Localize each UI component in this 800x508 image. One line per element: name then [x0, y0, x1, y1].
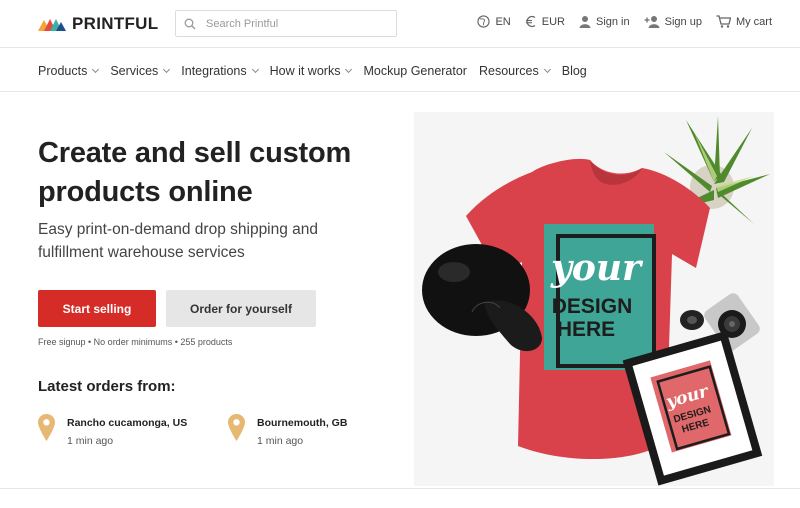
cart-icon: [716, 15, 731, 28]
add-user-icon: [644, 16, 660, 28]
cart-link[interactable]: My cart: [716, 15, 772, 28]
order-for-yourself-button[interactable]: Order for yourself: [166, 290, 316, 327]
globe-icon: [477, 15, 491, 28]
euro-icon: [525, 15, 536, 28]
chevron-down-icon: [543, 65, 551, 74]
sign-up-label: Sign up: [664, 15, 702, 28]
top-actions: EN EUR Sign in Sign up My cart: [477, 15, 772, 28]
hero-subtitle: Easy print-on-demand drop shipping and f…: [38, 221, 319, 261]
order-time: 1 min ago: [67, 435, 114, 447]
nav-integrations[interactable]: Integrations: [181, 64, 259, 78]
hero-title: Create and sell custom products online: [38, 137, 352, 208]
currency-label: EUR: [541, 15, 565, 28]
nav-how-it-works[interactable]: How it works: [269, 64, 353, 78]
search-input[interactable]: [206, 17, 386, 30]
hero-product-image: your DESIGN HERE your DESIGN HERE: [414, 112, 774, 486]
logo-text: PRINTFUL: [72, 14, 159, 33]
search-box[interactable]: [175, 10, 397, 37]
nav-how-it-works-label: How it works: [269, 64, 341, 78]
printful-logo[interactable]: PRINTFUL: [38, 14, 158, 34]
sign-up-link[interactable]: Sign up: [644, 15, 702, 28]
location-pin-icon: [38, 414, 55, 441]
latest-orders-title: Latest orders from:: [38, 378, 176, 395]
shirt-print-your: your: [550, 247, 644, 289]
nav-mockup-generator-label: Mockup Generator: [363, 64, 467, 78]
nav-products-label: Products: [38, 64, 88, 78]
chevron-down-icon: [163, 65, 171, 74]
nav-blog-label: Blog: [561, 64, 587, 78]
user-icon: [579, 16, 591, 28]
shirt-print-design: DESIGN: [552, 295, 633, 318]
currency-selector[interactable]: EUR: [525, 15, 565, 28]
logo-mountains-icon: [38, 19, 66, 31]
order-location: Bournemouth, GB: [257, 417, 348, 429]
top-bar: PRINTFUL EN EUR: [0, 0, 800, 48]
chevron-down-icon: [92, 65, 100, 74]
signup-fine-print: Free signup • No order minimums • 255 pr…: [38, 337, 233, 347]
cart-label: My cart: [735, 15, 772, 28]
latest-order-item: Bournemouth, GB 1 min ago: [228, 414, 347, 447]
search-icon: [184, 18, 196, 29]
order-location: Rancho cucamonga, US: [67, 417, 188, 429]
language-selector[interactable]: EN: [477, 15, 511, 28]
sign-in-link[interactable]: Sign in: [579, 15, 630, 28]
sign-in-label: Sign in: [595, 15, 630, 28]
language-label: EN: [495, 15, 511, 28]
main-nav: Products Services Integrations How it wo…: [0, 48, 800, 92]
start-selling-button[interactable]: Start selling: [38, 290, 156, 327]
chevron-down-icon: [251, 65, 259, 74]
nav-services-label: Services: [110, 64, 159, 78]
shirt-print-here: HERE: [557, 318, 615, 341]
section-divider: [0, 488, 800, 489]
nav-mockup-generator[interactable]: Mockup Generator: [363, 64, 467, 78]
latest-order-item: Rancho cucamonga, US 1 min ago: [38, 414, 187, 447]
nav-resources[interactable]: Resources: [478, 64, 551, 78]
order-time: 1 min ago: [257, 435, 304, 447]
nav-blog[interactable]: Blog: [562, 64, 587, 78]
nav-services[interactable]: Services: [110, 64, 171, 78]
location-pin-icon: [228, 414, 245, 441]
nav-products[interactable]: Products: [38, 64, 100, 78]
nav-resources-label: Resources: [478, 64, 539, 78]
tshirt-mockup-illustration: your DESIGN HERE your DESIGN HERE: [422, 116, 770, 486]
chevron-down-icon: [345, 65, 353, 74]
nav-integrations-label: Integrations: [181, 64, 247, 78]
